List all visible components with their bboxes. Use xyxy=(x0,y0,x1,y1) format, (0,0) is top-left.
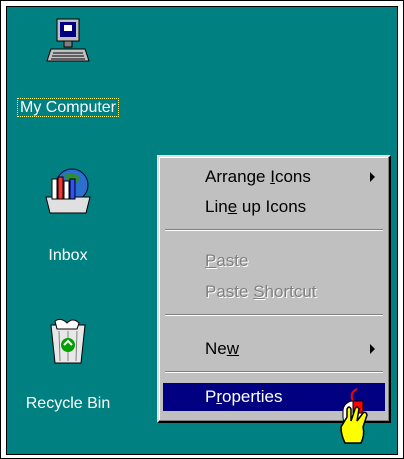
pointing-hand-cursor-icon xyxy=(335,387,375,454)
desktop-icon-inbox[interactable]: Inbox xyxy=(8,167,128,267)
menu-item-new[interactable]: New xyxy=(163,335,385,363)
menu-item-arrange-icons[interactable]: Arrange Icons xyxy=(163,163,385,191)
my-computer-icon xyxy=(45,17,91,72)
inbox-icon xyxy=(42,167,94,222)
submenu-arrow-icon xyxy=(370,344,375,354)
menu-item-line-up-icons[interactable]: Line up Icons xyxy=(163,193,385,221)
menu-item-paste: Paste xyxy=(205,251,249,270)
recycle-bin-icon xyxy=(47,317,89,372)
desktop-icon-recycle-bin[interactable]: Recycle Bin xyxy=(8,313,128,423)
menu-item-paste-shortcut: Paste Shortcut xyxy=(205,282,317,301)
desktop-icon-label: Inbox xyxy=(48,247,88,264)
menu-separator xyxy=(165,371,383,373)
desktop-context-menu: Arrange Icons Line up Icons Paste Paste … xyxy=(157,155,391,423)
desktop-icon-label: My Computer xyxy=(8,97,128,119)
menu-separator xyxy=(165,229,383,231)
menu-separator xyxy=(165,314,383,316)
desktop[interactable]: My Computer Inbox Recycle Bin Arrange Ic… xyxy=(6,6,398,455)
desktop-icon-label: Recycle Bin xyxy=(25,395,111,412)
submenu-arrow-icon xyxy=(370,172,375,182)
desktop-icon-my-computer[interactable]: My Computer xyxy=(8,13,128,123)
